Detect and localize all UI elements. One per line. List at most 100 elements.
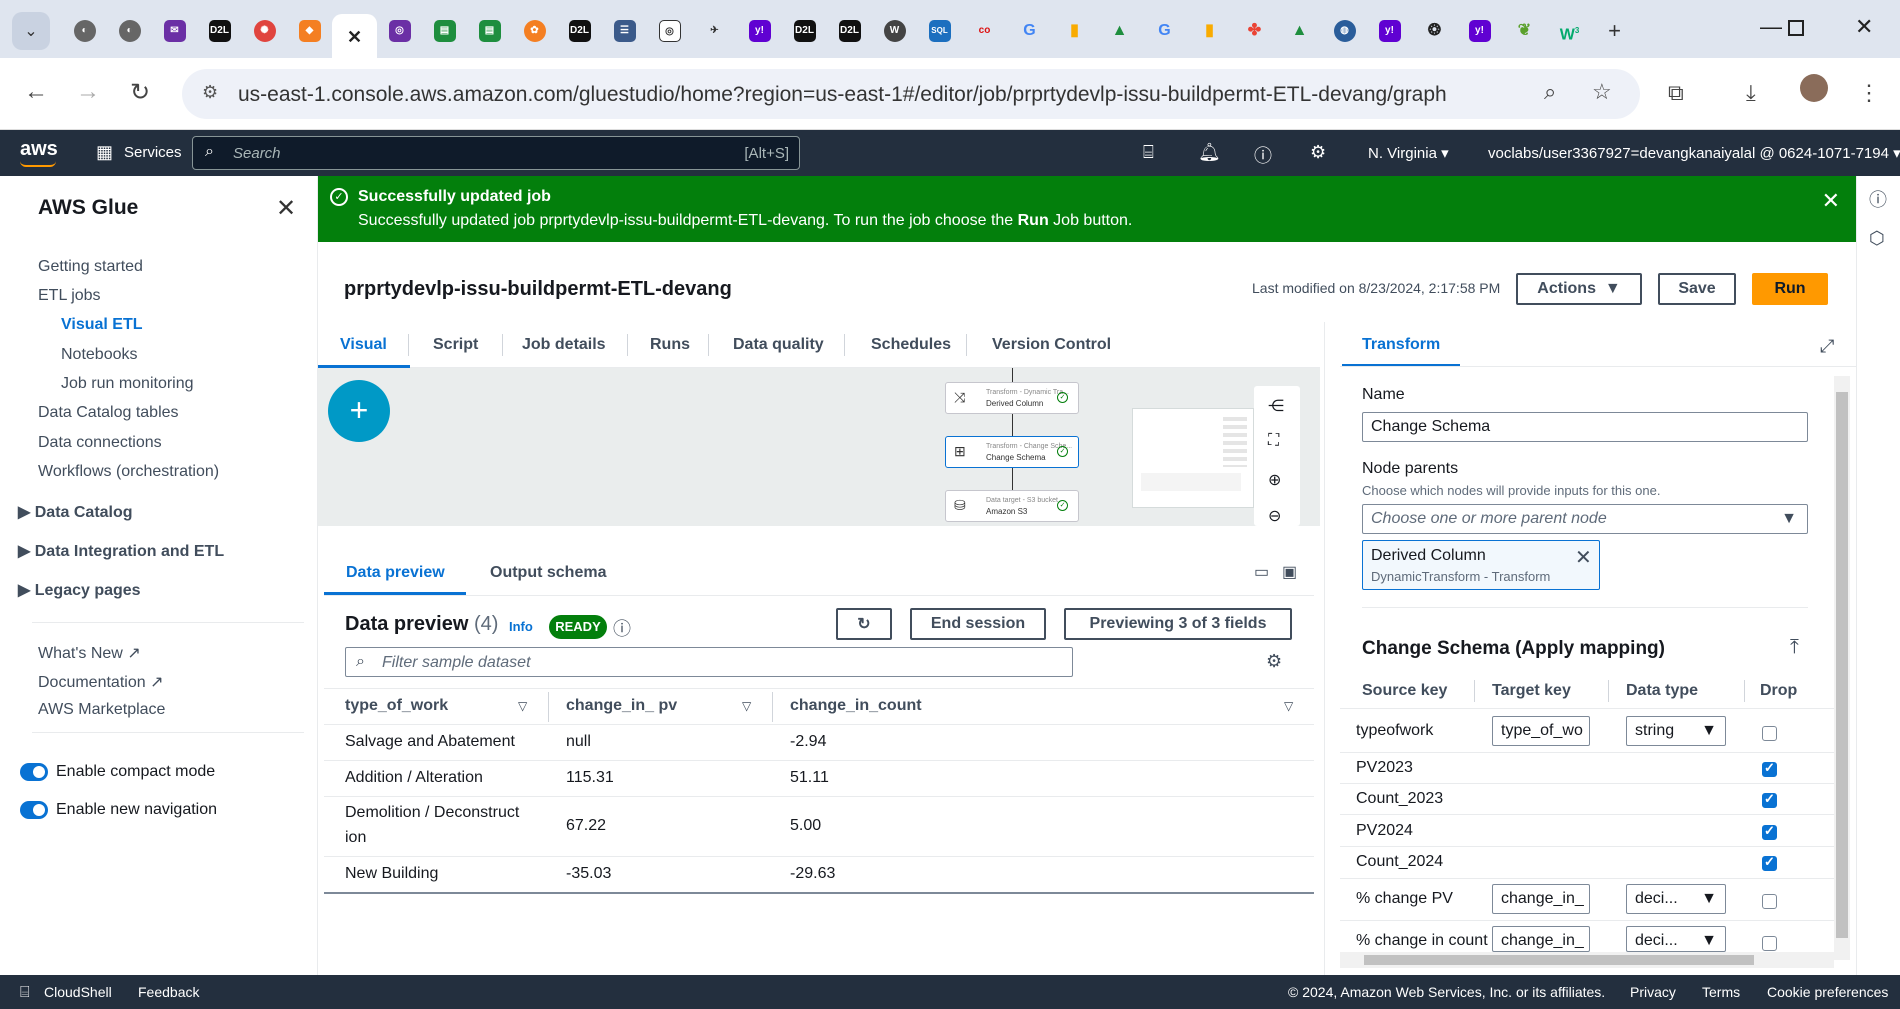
scrollbar-thumb[interactable]	[1836, 392, 1848, 938]
sort-icon[interactable]: ▽	[1284, 699, 1293, 713]
close-sidebar-icon[interactable]: ✕	[276, 194, 296, 223]
notifications-bell-icon[interactable]: 🔔︎	[1198, 142, 1221, 163]
actions-button[interactable]: Actions ▼	[1516, 273, 1642, 305]
new-tab-icon[interactable]: +	[1592, 14, 1637, 48]
back-icon[interactable]: ←	[24, 78, 48, 106]
sidebar-item-etl-jobs[interactable]: ETL jobs	[38, 287, 101, 305]
tab-cube-icon[interactable]: ◆	[287, 14, 332, 48]
sidebar-item-visual-etl[interactable]: Visual ETL	[61, 316, 143, 334]
minimize-icon[interactable]: —	[1760, 14, 1782, 40]
download-icon[interactable]: ⤓	[1746, 80, 1756, 106]
region-selector[interactable]: N. Virginia ▾	[1368, 144, 1449, 162]
fit-view-icon[interactable]: ⛶	[1268, 432, 1279, 450]
tab-globe-icon[interactable]: ◐	[62, 14, 107, 48]
refresh-button[interactable]: ↻	[836, 608, 892, 640]
site-info-icon[interactable]: ⚙	[202, 82, 218, 103]
drop-checkbox[interactable]	[1762, 791, 1777, 808]
sort-icon[interactable]: ▽	[742, 699, 751, 713]
url-text[interactable]: us-east-1.console.aws.amazon.com/gluestu…	[238, 83, 1447, 107]
zoom-search-icon[interactable]: ⌕	[1544, 79, 1556, 105]
extensions-icon[interactable]: ⧉	[1668, 80, 1684, 106]
target-key-input[interactable]: type_of_wo	[1492, 716, 1590, 746]
end-session-button[interactable]: End session	[910, 608, 1046, 640]
node-parents-select[interactable]: Choose one or more parent node ▼	[1362, 504, 1808, 534]
add-node-button[interactable]: +	[328, 380, 390, 442]
tab-globe-icon[interactable]: ◐	[107, 14, 152, 48]
tab-orange-icon[interactable]: ✿	[512, 14, 557, 48]
canvas-minimap[interactable]	[1132, 408, 1254, 508]
column-header-type-of-work[interactable]: type_of_work	[345, 697, 448, 715]
sidebar-item-data-connections[interactable]: Data connections	[38, 434, 162, 452]
cloudshell-icon[interactable]: ⌸	[1143, 142, 1154, 163]
sidebar-item-notebooks[interactable]: Notebooks	[61, 346, 138, 364]
drop-checkbox[interactable]	[1762, 823, 1777, 840]
tab-spiral-icon[interactable]: ◎	[647, 14, 692, 48]
previewing-fields-button[interactable]: Previewing 3 of 3 fields	[1064, 608, 1292, 640]
tab-globe-icon[interactable]: ◍	[1322, 14, 1367, 48]
browser-menu-icon[interactable]: ⋮	[1858, 80, 1880, 106]
sidebar-section-data-catalog[interactable]: ▶ Data Catalog	[18, 502, 133, 522]
cloudshell-link[interactable]: CloudShell	[44, 984, 112, 1000]
tab-mail-icon[interactable]: ✉	[152, 14, 197, 48]
tab-data-preview[interactable]: Data preview	[346, 564, 445, 582]
aws-logo[interactable]: aws	[20, 138, 58, 161]
column-header-change-in-count[interactable]: change_in_count	[790, 697, 922, 715]
node-name-input[interactable]: Change Schema	[1362, 412, 1808, 442]
vertical-scrollbar[interactable]	[1834, 376, 1850, 960]
tab-script[interactable]: Script	[433, 336, 478, 354]
tab-co-icon[interactable]: co	[962, 14, 1007, 48]
data-type-select[interactable]: string ▼	[1626, 716, 1726, 746]
remove-token-icon[interactable]: ✕	[1575, 545, 1592, 570]
sidebar-item-documentation[interactable]: Documentation ↗	[38, 672, 163, 692]
tab-schedules[interactable]: Schedules	[871, 336, 951, 354]
filter-sample-input[interactable]: ⌕ Filter sample dataset	[345, 647, 1073, 677]
tab-leaf-icon[interactable]: ❦	[1502, 14, 1547, 48]
privacy-link[interactable]: Privacy	[1630, 984, 1676, 1000]
tab-w3-icon[interactable]: W3	[1547, 14, 1592, 48]
sidebar-section-legacy[interactable]: ▶ Legacy pages	[18, 580, 141, 600]
data-type-select[interactable]: deci... ▼	[1626, 926, 1726, 952]
tab-google-icon[interactable]: G	[1142, 14, 1187, 48]
services-grid-icon[interactable]: ▦	[96, 142, 113, 163]
layout-icon[interactable]: ⋲	[1268, 396, 1284, 416]
tab-sheet-icon[interactable]: ▤	[422, 14, 467, 48]
sidebar-item-job-run-monitoring[interactable]: Job run monitoring	[61, 375, 194, 393]
feedback-link[interactable]: Feedback	[138, 984, 199, 1000]
reload-icon[interactable]: ↻	[130, 78, 150, 107]
tab-d2l-icon[interactable]: D2L	[557, 14, 602, 48]
sort-icon[interactable]: ▽	[518, 699, 527, 713]
tab-yahoo-icon[interactable]: y!	[1367, 14, 1412, 48]
settings-gear-icon[interactable]: ⚙	[1310, 142, 1326, 163]
scrollbar-thumb[interactable]	[1364, 955, 1754, 965]
help-panel-icon[interactable]: ⬡	[1869, 228, 1885, 249]
node-amazon-s3[interactable]: ⛁ Data target - S3 bucket Amazon S3 ✓	[945, 490, 1079, 522]
split-view-icon[interactable]: ▭	[1254, 562, 1269, 582]
data-type-select[interactable]: deci... ▼	[1626, 884, 1726, 914]
tab-openai-icon[interactable]: ❂	[1412, 14, 1457, 48]
drop-checkbox[interactable]	[1762, 726, 1777, 741]
tab-google-icon[interactable]: G	[1007, 14, 1052, 48]
services-link[interactable]: Services	[124, 144, 182, 161]
bookmark-star-icon[interactable]: ☆	[1592, 79, 1612, 105]
tab-pinwheel-icon[interactable]: ✤	[1232, 14, 1277, 48]
window-close-icon[interactable]: ✕	[1855, 14, 1873, 40]
info-panel-icon[interactable]: ⓘ	[1869, 186, 1887, 212]
drop-checkbox[interactable]	[1762, 894, 1777, 909]
tab-d2l-icon[interactable]: D2L	[782, 14, 827, 48]
drop-checkbox[interactable]	[1762, 760, 1777, 777]
maximize-icon[interactable]	[1788, 20, 1804, 36]
tab-yahoo-icon[interactable]: y!	[1457, 14, 1502, 48]
tab-bird-icon[interactable]: ✈	[692, 14, 737, 48]
drop-checkbox[interactable]	[1762, 854, 1777, 871]
zoom-out-icon[interactable]: ⊖	[1268, 506, 1281, 526]
save-button[interactable]: Save	[1658, 273, 1736, 305]
sidebar-item-workflows[interactable]: Workflows (orchestration)	[38, 463, 219, 481]
horizontal-scrollbar[interactable]	[1340, 952, 1834, 968]
tab-job-details[interactable]: Job details	[522, 336, 606, 354]
tab-drive-icon[interactable]: ▲	[1097, 14, 1142, 48]
tab-doc-icon[interactable]: ☰	[602, 14, 647, 48]
sidebar-item-marketplace[interactable]: AWS Marketplace	[38, 701, 165, 719]
node-derived-column[interactable]: ⤨ Transform - Dynamic Tra... Derived Col…	[945, 382, 1079, 414]
collapse-section-icon[interactable]: ⤒	[1790, 636, 1799, 659]
target-key-input[interactable]: change_in_	[1492, 884, 1590, 914]
